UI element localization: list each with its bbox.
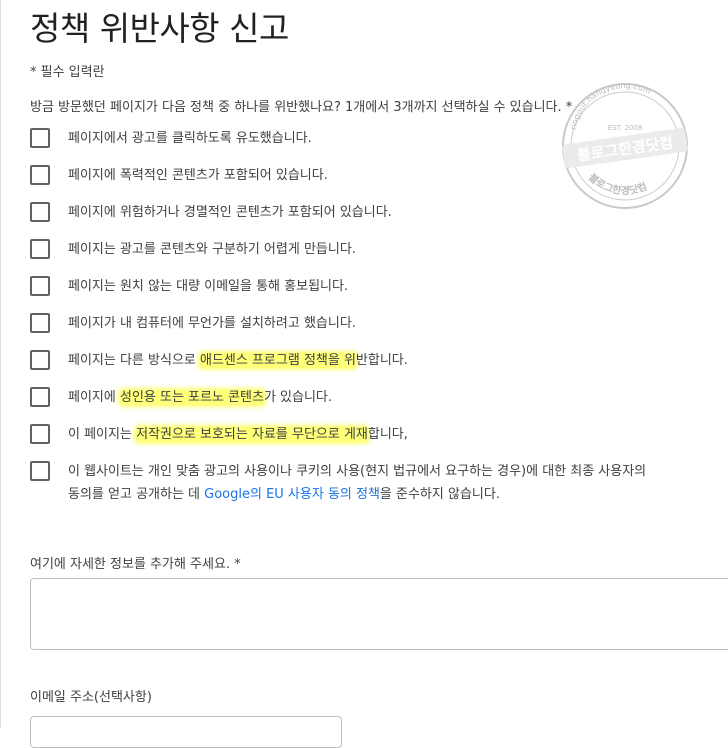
- option-label: 페이지에 폭력적인 콘텐츠가 포함되어 있습니다.: [68, 168, 328, 183]
- option-text-post: 을 준수하지 않습니다.: [379, 487, 500, 502]
- option-label: 이 웹사이트는 개인 맞춤 광고의 사용이나 쿠키의 사용(현지 법규에서 요구…: [68, 462, 646, 505]
- option-label: 페이지에서 광고를 클릭하도록 유도했습니다.: [68, 131, 312, 146]
- svg-text:블로그한경닷컴: 블로그한경닷컴: [586, 171, 648, 197]
- option-label: 이 페이지는 저작권으로 보호되는 자료를 무단으로 게재합니다,: [68, 425, 408, 445]
- highlighted-text: 성인용 또는 포르노 콘텐츠: [119, 390, 264, 405]
- option-text-post: 반합니다.: [355, 353, 408, 368]
- checkbox-eu-consent[interactable]: [30, 461, 50, 481]
- left-border: [0, 0, 1, 728]
- email-label: 이메일 주소(선택사항): [30, 690, 152, 705]
- option-label: 페이지는 다른 방식으로 애드센스 프로그램 정책을 위반합니다.: [68, 351, 408, 371]
- option-text-pre: 페이지에: [68, 390, 120, 405]
- option-label: 페이지는 원치 않는 대량 이메일을 통해 홍보됩니다.: [68, 279, 349, 294]
- checkbox-dangerous[interactable]: [30, 202, 50, 222]
- option-label: 페이지에 위험하거나 경멸적인 콘텐츠가 포함되어 있습니다.: [68, 205, 392, 220]
- option-text-post: 가 있습니다.: [263, 390, 333, 405]
- option-label: 페이지가 내 컴퓨터에 무언가를 설치하려고 했습니다.: [68, 316, 356, 331]
- highlighted-text: 애드센스 프로그램 정책을 위: [200, 353, 356, 368]
- option-text-line1: 이 웹사이트는 개인 맞춤 광고의 사용이나 쿠키의 사용(현지 법규에서 요구…: [68, 464, 647, 479]
- watermark-est: EST. 2008: [608, 124, 643, 132]
- option-text-pre: 이 페이지는: [68, 427, 137, 442]
- watermark-bottom-text: 블로그한경닷컴: [586, 171, 648, 197]
- eu-consent-policy-link[interactable]: Google의 EU 사용자 동의 정책: [204, 487, 380, 502]
- option-label: 페이지는 광고를 콘텐츠와 구분하기 어렵게 만듭니다.: [68, 242, 356, 257]
- option-label: 페이지에 성인용 또는 포르노 콘텐츠가 있습니다.: [68, 388, 332, 408]
- option-text-pre: 동의를 얻고 공개하는 데: [68, 487, 205, 502]
- checkbox-install[interactable]: [30, 313, 50, 333]
- option-text-line2: 동의를 얻고 공개하는 데 Google의 EU 사용자 동의 정책을 준수하지…: [68, 485, 646, 505]
- checkbox-violent[interactable]: [30, 165, 50, 185]
- checkbox-adult-content[interactable]: [30, 387, 50, 407]
- page-title: 정책 위반사항 신고: [30, 9, 289, 48]
- required-note: * 필수 입력란: [30, 65, 105, 80]
- watermark-seal: ringout.hangyeong.com EST. 2008 블로그한경닷컴 …: [562, 81, 688, 209]
- option-text-pre: 페이지는 다른 방식으로: [68, 353, 200, 368]
- detail-textarea[interactable]: [30, 578, 728, 650]
- checkbox-ad-click[interactable]: [30, 128, 50, 148]
- highlighted-text: 저작권으로 보호되는 자료를 무단으로 게재: [136, 427, 368, 442]
- checkbox-adsense-policy[interactable]: [30, 350, 50, 370]
- question-text: 방금 방문했던 페이지가 다음 정책 중 하나를 위반했나요? 1개에서 3개까…: [30, 100, 573, 115]
- detail-label: 여기에 자세한 정보를 추가해 주세요. *: [30, 557, 241, 572]
- option-text-post: 합니다,: [367, 427, 408, 442]
- checkbox-spam-email[interactable]: [30, 276, 50, 296]
- checkbox-copyright[interactable]: [30, 424, 50, 444]
- checkbox-ad-distinguish[interactable]: [30, 239, 50, 259]
- email-input[interactable]: [30, 716, 342, 748]
